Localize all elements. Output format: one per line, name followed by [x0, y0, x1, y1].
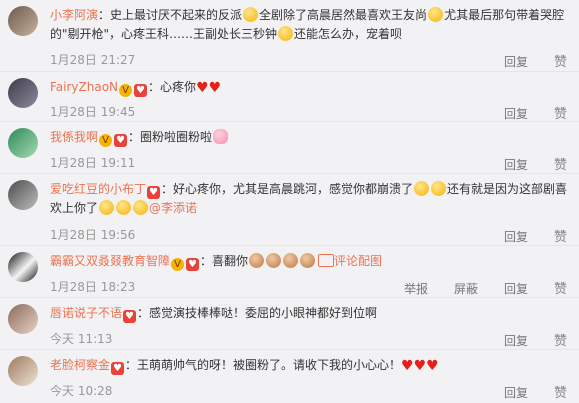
comment-item: FairyZhaoN V ♥ ：心疼你♥♥ 1月28日 19:45 回复赞	[0, 72, 579, 122]
reply-button[interactable]: 回复	[504, 158, 528, 172]
sob-emoji-icon	[414, 181, 430, 196]
username[interactable]: 我係我啊	[50, 130, 98, 144]
timestamp: 1月28日 18:23	[50, 280, 136, 294]
username[interactable]: 爱吃红豆的小布丁	[50, 182, 146, 196]
laugh-emoji-icon	[243, 7, 259, 22]
monkey-emoji-icon	[300, 253, 316, 268]
heart-icon: ♥	[413, 358, 427, 374]
member-badge-icon: ♥	[147, 186, 161, 199]
reply-button[interactable]: 回复	[504, 282, 528, 296]
avatar[interactable]	[8, 6, 38, 36]
shrug-emoji-icon	[278, 26, 294, 41]
pig-emoji-icon	[213, 129, 229, 144]
like-button[interactable]: 赞	[554, 282, 567, 297]
like-button[interactable]: 赞	[554, 230, 567, 245]
reply-button[interactable]: 回复	[504, 334, 528, 348]
like-button[interactable]: 赞	[554, 107, 567, 122]
report-button[interactable]: 举报	[404, 282, 428, 296]
comment-item: 我係我啊 V ♥ ：圈粉啦圈粉啦 1月28日 19:11 回复赞	[0, 122, 579, 174]
comment-actions: 举报 屏蔽 回复 赞	[378, 278, 567, 297]
monkey-emoji-icon	[266, 253, 282, 268]
heart-icon: ♥	[401, 358, 414, 374]
avatar[interactable]	[8, 180, 38, 210]
comment-image-link[interactable]: 评论配图	[334, 254, 382, 268]
like-button[interactable]: 赞	[554, 386, 567, 401]
member-badge-icon: ♥	[186, 258, 200, 271]
block-button[interactable]: 屏蔽	[454, 282, 478, 296]
heart-icon: ♥	[196, 80, 209, 96]
mention-link[interactable]: @李添诺	[149, 201, 197, 215]
avatar[interactable]	[8, 252, 38, 282]
smile-emoji-icon	[116, 200, 132, 215]
timestamp: 1月28日 19:45	[50, 105, 136, 119]
reply-button[interactable]: 回复	[504, 386, 528, 400]
comment-list: 小李阿演：史上最讨厌不起来的反派 全剧除了高晨居然最喜欢王友尚 尤其最后那句带着哭腔…	[0, 0, 579, 403]
image-icon	[318, 254, 335, 267]
timestamp: 今天 10:28	[50, 384, 113, 398]
username[interactable]: 唇诺说子不语	[50, 306, 122, 320]
reply-button[interactable]: 回复	[504, 107, 528, 121]
sob-emoji-icon	[431, 181, 447, 196]
like-button[interactable]: 赞	[554, 55, 567, 70]
reply-button[interactable]: 回复	[504, 55, 528, 69]
cry-emoji-icon	[428, 7, 444, 22]
member-badge-icon: ♥	[111, 362, 125, 375]
monkey-emoji-icon	[283, 253, 299, 268]
timestamp: 1月28日 19:56	[50, 228, 136, 242]
reply-button[interactable]: 回复	[504, 230, 528, 244]
comment-item: 老脸柯察金 ♥ ：王萌萌帅气的呀！被圈粉了。请收下我的小心心！♥♥♥ 今天 10:2…	[0, 350, 579, 403]
comment-item: 爱吃红豆的小布丁 ♥ ：好心疼你，尤其是高晨跳河，感觉你都崩溃了 还有就是因为这部剧喜…	[0, 174, 579, 246]
comment-item: 小李阿演：史上最讨厌不起来的反派 全剧除了高晨居然最喜欢王友尚 尤其最后那句带着哭腔…	[0, 0, 579, 72]
vip-badge-icon: V	[99, 134, 113, 147]
comment-item: 唇诺说子不语 ♥ ：感觉演技棒棒哒！委屈的小眼神都好到位啊 今天 11:13 回复赞	[0, 298, 579, 350]
timestamp: 今天 11:13	[50, 332, 113, 346]
username[interactable]: 霸霸又双叒叕教育智障	[50, 254, 170, 268]
heart-icon: ♥	[208, 80, 222, 96]
heart-icon: ♥	[426, 358, 439, 374]
comment-actions: 回复 赞	[478, 382, 567, 401]
like-button[interactable]: 赞	[554, 158, 567, 173]
avatar[interactable]	[8, 128, 38, 158]
comment-actions: 回复 赞	[478, 154, 567, 173]
like-button[interactable]: 赞	[554, 334, 567, 349]
comment-actions: 回复 赞	[478, 330, 567, 349]
vip-badge-icon: V	[119, 84, 133, 97]
avatar[interactable]	[8, 356, 38, 386]
comment-item: 霸霸又双叒叕教育智障 V ♥ ：喜翻你 评论配图 1月28日 18:23 举报 屏蔽 回复赞	[0, 246, 579, 298]
avatar[interactable]	[8, 304, 38, 334]
timestamp: 1月28日 21:27	[50, 53, 136, 67]
username[interactable]: FairyZhaoN	[50, 80, 118, 94]
timestamp: 1月28日 19:11	[50, 156, 136, 170]
member-badge-icon: ♥	[114, 134, 128, 147]
monkey-emoji-icon	[249, 253, 265, 268]
member-badge-icon: ♥	[134, 84, 148, 97]
comment-actions: 回复 赞	[478, 226, 567, 245]
comment-actions: 回复 赞	[478, 103, 567, 122]
member-badge-icon: ♥	[123, 310, 137, 323]
username[interactable]: 老脸柯察金	[50, 358, 110, 372]
vip-badge-icon: V	[171, 258, 185, 271]
username[interactable]: 小李阿演	[50, 8, 98, 22]
smile-emoji-icon	[133, 200, 149, 215]
comment-actions: 回复 赞	[478, 51, 567, 70]
smile-emoji-icon	[99, 200, 115, 215]
avatar[interactable]	[8, 78, 38, 108]
